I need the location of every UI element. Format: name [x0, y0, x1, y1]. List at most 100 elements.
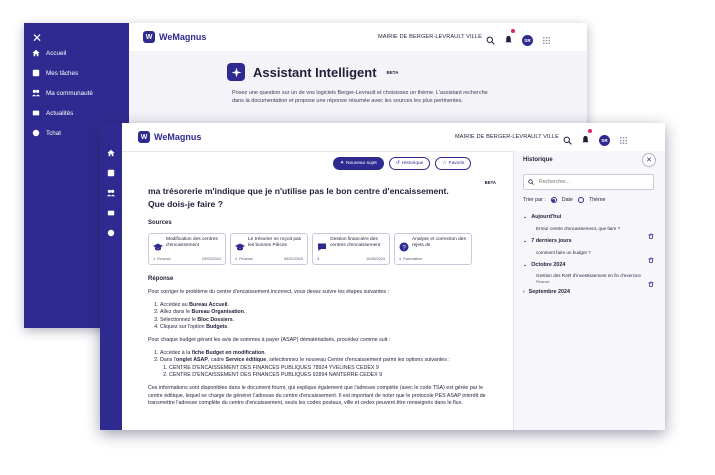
step-item: Sélectionnez le Bloc Dossiers. [160, 317, 488, 325]
sidebar-item-label: Ma communauté [46, 89, 93, 97]
collapsed-sidebar [100, 123, 122, 430]
logo-mark: W [143, 31, 155, 43]
source-ref: 2. Finance [235, 257, 253, 261]
organization-name[interactable]: MAIRIE DE BERGER-LEVRAULT VILLE [455, 134, 559, 140]
user-avatar[interactable]: SR [599, 134, 610, 146]
trash-icon[interactable] [648, 250, 654, 263]
history-item[interactable]: comment faire un budget ? [536, 250, 644, 256]
graduation-cap-icon [235, 239, 245, 251]
button-label: Favoris [448, 161, 465, 166]
sparkle-icon: ✦ [340, 161, 345, 166]
group-label: 7 derniers jours [531, 238, 572, 244]
star-icon: ☆ [442, 161, 447, 166]
beta-badge: BETA [484, 180, 496, 185]
sidebar-item-communaute[interactable]: Ma communauté [32, 89, 93, 97]
home-icon [32, 49, 40, 57]
history-button[interactable]: ↺ Historique [388, 157, 431, 170]
answer-card: BETA ma trésorerie m'indique que je n'ut… [140, 173, 502, 430]
news-icon[interactable] [107, 209, 115, 217]
history-search-input[interactable] [537, 178, 641, 186]
sort-date-label: Date [561, 197, 573, 203]
sidebar-item-label: Accueil [46, 49, 67, 57]
wemagnus-logo[interactable]: W WeMagnus [143, 31, 206, 43]
sidebar-item-tchat[interactable]: Tchat [32, 129, 61, 137]
source-ref: 4. Facturation [399, 257, 423, 261]
foreground-window: W WeMagnus MAIRIE DE BERGER-LEVRAULT VIL… [100, 123, 665, 430]
source-card[interactable]: Le trésorier ne reçoit pas les bonnes Pi… [230, 233, 308, 265]
toolbar-icons: SR [486, 29, 551, 49]
source-title: Analyse et correction des rejets de [412, 237, 466, 249]
trash-icon[interactable] [648, 226, 654, 239]
step-item: Accédez à la fiche Budget en modificatio… [160, 350, 488, 358]
assistant-intro-text: Posez une question sur un de vos logicie… [232, 90, 488, 104]
sources-heading: Sources [148, 220, 172, 226]
history-group-october[interactable]: ⌄ Octobre 2024 [523, 262, 565, 268]
sort-date-radio[interactable] [550, 197, 557, 203]
source-ref: 3. [317, 257, 321, 261]
button-label: Nouveau sujet [346, 161, 377, 166]
chevron-right-icon: › [523, 289, 525, 295]
community-icon[interactable] [107, 189, 115, 197]
home-icon[interactable] [107, 149, 115, 157]
close-icon[interactable]: ✕ [32, 31, 42, 45]
source-ref: 1. Finance [153, 257, 171, 261]
answer-paragraph: Ces informations sont disponibles dans l… [148, 384, 486, 407]
history-search[interactable] [523, 174, 654, 190]
organization-name[interactable]: MAIRIE DE BERGER-LEVRAULT VILLE [378, 34, 482, 40]
answer-paragraph: Pour chaque budget gérant les avis de so… [148, 336, 391, 343]
apps-grid-icon[interactable] [542, 36, 551, 45]
source-card[interactable]: Gestion financière des centres d'encaiss… [312, 233, 390, 265]
source-date: 10/08/2024 [365, 257, 385, 261]
source-date: 29/03/2024 [201, 257, 221, 261]
beta-badge: BETA [386, 69, 399, 75]
history-group-september[interactable]: › Septembre 2024 [523, 289, 570, 295]
help-icon: ? [399, 239, 409, 252]
source-card[interactable]: Modification des centres d'encaissement … [148, 233, 226, 265]
new-topic-button[interactable]: ✦ Nouveau sujet [333, 157, 384, 170]
step-item: Accédez au Bureau Accueil. [160, 302, 488, 310]
tasks-icon[interactable] [107, 169, 115, 177]
action-buttons: ✦ Nouveau sujet ↺ Historique ☆ Favoris [333, 157, 472, 170]
group-label: Octobre 2024 [531, 262, 566, 268]
answer-heading: Réponse [148, 276, 174, 282]
user-question: ma trésorerie m'indique que je n'utilise… [148, 186, 449, 209]
answer-paragraph: Pour corriger le problème du centre d'en… [148, 289, 389, 295]
steps-list: Accédez à la fiche Budget en modificatio… [148, 350, 488, 380]
logo-text: WeMagnus [154, 132, 202, 142]
logo-text: WeMagnus [159, 32, 207, 42]
wemagnus-logo[interactable]: W WeMagnus [138, 131, 201, 143]
close-icon[interactable]: ✕ [642, 153, 656, 167]
community-icon [32, 89, 40, 97]
sort-theme-radio[interactable] [577, 197, 584, 203]
notification-bell-icon[interactable] [504, 29, 515, 49]
answer-body: Pour corriger le problème du centre d'en… [148, 289, 488, 413]
chat-icon[interactable] [107, 229, 115, 237]
group-label: Aujourd'hui [531, 214, 562, 220]
sidebar-item-label: Actualités [46, 109, 74, 117]
history-item-tag: Finance [536, 280, 550, 284]
history-item[interactable]: Gestion des RAR d'investissement en fin … [536, 273, 644, 285]
logo-mark: W [138, 131, 150, 143]
sidebar-item-actualites[interactable]: Actualités [32, 109, 73, 117]
button-label: Historique [401, 161, 424, 166]
top-bar: W WeMagnus MAIRIE DE BERGER-LEVRAULT VIL… [122, 123, 665, 152]
history-panel: Historique ✕ Trier par : Date Thème ⌄Auj… [513, 151, 665, 430]
trash-icon[interactable] [648, 274, 654, 287]
favorites-button[interactable]: ☆ Favoris [435, 157, 472, 170]
apps-grid-icon[interactable] [619, 136, 628, 145]
source-title: Gestion financière des centres d'encaiss… [330, 237, 381, 249]
history-item[interactable]: Erreur centre d'encaissement, que faire … [536, 226, 644, 232]
source-card[interactable]: ? Analyse et correction des rejets de 4.… [394, 233, 472, 265]
user-avatar[interactable]: SR [522, 34, 533, 46]
sidebar-item-accueil[interactable]: Accueil [32, 49, 66, 57]
history-icon: ↺ [395, 161, 400, 166]
history-group-today[interactable]: ⌄ Aujourd'hui [523, 214, 561, 220]
notification-bell-icon[interactable] [581, 129, 592, 149]
history-group-week[interactable]: ⌄ 7 derniers jours [523, 238, 572, 244]
svg-text:?: ? [402, 244, 406, 251]
search-icon[interactable] [563, 136, 572, 145]
sort-theme-label: Thème [588, 197, 606, 203]
message-icon [317, 239, 327, 251]
search-icon[interactable] [486, 36, 495, 45]
sidebar-item-taches[interactable]: Mes tâches [32, 69, 78, 77]
